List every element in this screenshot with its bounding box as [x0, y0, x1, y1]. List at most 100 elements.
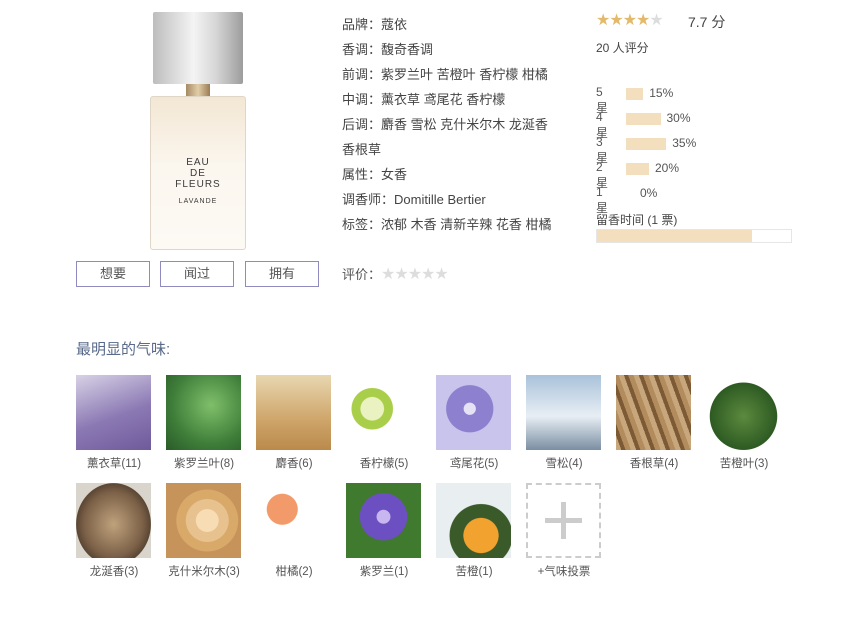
- note-label[interactable]: 柑橘(2): [256, 563, 332, 579]
- brand-value[interactable]: 蔻依: [381, 17, 407, 32]
- note-image[interactable]: [76, 375, 151, 450]
- note-tile[interactable]: 克什米尔木(3): [166, 483, 242, 579]
- info-panel: 品牌：蔻依 香调：馥奇香调 前调：紫罗兰叶 苦橙叶 香柠檬 柑橘 中调：薰衣草 …: [342, 12, 578, 237]
- want-button[interactable]: 想要: [76, 261, 150, 287]
- note-image[interactable]: [166, 483, 241, 558]
- note-tile[interactable]: 香柠檬(5): [346, 375, 422, 471]
- tags-row: 标签：浓郁 木香 清新辛辣 花香 柑橘: [342, 212, 578, 237]
- note-tile[interactable]: 麝香(6): [256, 375, 332, 471]
- family-value[interactable]: 馥奇香调: [381, 42, 433, 57]
- score-stars-icon: ★★★★★: [596, 10, 664, 30]
- note-image[interactable]: [706, 375, 781, 450]
- perfumer-row: 调香师：Domitille Bertier: [342, 187, 578, 212]
- tags-key: 标签：: [342, 217, 382, 232]
- attribute-value[interactable]: 女香: [381, 167, 407, 182]
- note-tile[interactable]: 鸢尾花(5): [436, 375, 512, 471]
- dist-bar: [626, 113, 661, 125]
- brand-key: 品牌：: [342, 17, 382, 32]
- note-label[interactable]: 雪松(4): [526, 455, 602, 471]
- bottle-body: EAU DE FLEURS LAVANDE: [150, 96, 246, 250]
- notes-title: 最明显的气味:: [76, 341, 171, 358]
- bottle-cap: [153, 12, 243, 84]
- dist-pct: 0%: [640, 186, 658, 200]
- score-stars-off: ★: [649, 12, 663, 29]
- score-value: 7.7 分: [688, 14, 726, 30]
- dist-pct: 30%: [666, 111, 691, 125]
- note-image[interactable]: [166, 375, 241, 450]
- my-rating-label: 评价：: [342, 267, 382, 282]
- bottle-label-line4: LAVANDE: [178, 198, 218, 205]
- dist-pct: 35%: [672, 136, 697, 150]
- note-tile[interactable]: 龙涎香(3): [76, 483, 152, 579]
- note-image[interactable]: [76, 483, 151, 558]
- note-label[interactable]: 香柠檬(5): [346, 455, 422, 471]
- my-rating: 评价：★★★★★: [342, 264, 449, 284]
- note-tile[interactable]: 紫罗兰叶(8): [166, 375, 242, 471]
- dist-pct: 20%: [655, 161, 680, 175]
- bottle-label-line2: DE: [190, 168, 206, 179]
- mid-notes-value[interactable]: 薰衣草 鸢尾花 香柠檬: [381, 92, 505, 107]
- note-tile[interactable]: 苦橙叶(3): [706, 375, 782, 471]
- note-label[interactable]: 香根草(4): [616, 455, 692, 471]
- linger-bar: [596, 229, 792, 243]
- base-notes-key: 后调：: [342, 117, 382, 132]
- base-notes-cont[interactable]: 香根草: [342, 137, 578, 162]
- mid-notes-row: 中调：薰衣草 鸢尾花 香柠檬: [342, 87, 578, 112]
- note-tile[interactable]: 雪松(4): [526, 375, 602, 471]
- note-tile[interactable]: 柑橘(2): [256, 483, 332, 579]
- top-notes-row: 前调：紫罗兰叶 苦橙叶 香柠檬 柑橘: [342, 62, 578, 87]
- dist-bar: [626, 163, 649, 175]
- top-notes-key: 前调：: [342, 67, 382, 82]
- family-row: 香调：馥奇香调: [342, 37, 578, 62]
- note-image[interactable]: [346, 483, 421, 558]
- base-notes-value[interactable]: 麝香 雪松 克什米尔木 龙涎香: [381, 117, 548, 132]
- linger-title: 留香时间 (1 票): [596, 213, 678, 227]
- note-image[interactable]: [616, 375, 691, 450]
- note-image[interactable]: [436, 375, 511, 450]
- attribute-key: 属性：: [342, 167, 382, 182]
- note-image[interactable]: [526, 375, 601, 450]
- add-note-vote-button[interactable]: +气味投票: [526, 483, 602, 579]
- perfumer-value[interactable]: Domitille Bertier: [394, 192, 486, 207]
- note-image[interactable]: [256, 375, 331, 450]
- note-tile[interactable]: 紫罗兰(1): [346, 483, 422, 579]
- note-label[interactable]: 麝香(6): [256, 455, 332, 471]
- my-rating-stars-icon[interactable]: ★★★★★: [381, 266, 449, 283]
- product-image: EAU DE FLEURS LAVANDE: [150, 12, 246, 252]
- note-image[interactable]: [256, 483, 331, 558]
- dist-bar: [626, 138, 667, 150]
- tags-value[interactable]: 浓郁 木香 清新辛辣 花香 柑橘: [381, 217, 551, 232]
- top-notes-value[interactable]: 紫罗兰叶 苦橙叶 香柠檬 柑橘: [381, 67, 548, 82]
- note-tile[interactable]: 苦橙(1): [436, 483, 512, 579]
- mid-notes-key: 中调：: [342, 92, 382, 107]
- family-key: 香调：: [342, 42, 382, 57]
- dist-pct: 15%: [649, 86, 674, 100]
- note-label[interactable]: 紫罗兰叶(8): [166, 455, 242, 471]
- note-label[interactable]: 薰衣草(11): [76, 455, 152, 471]
- note-tile[interactable]: 薰衣草(11): [76, 375, 152, 471]
- bottle-label: EAU DE FLEURS LAVANDE: [151, 157, 245, 207]
- score-stars-on: ★★★★: [596, 12, 650, 29]
- linger-fill: [597, 230, 753, 242]
- note-label[interactable]: 鸢尾花(5): [436, 455, 512, 471]
- note-label[interactable]: 克什米尔木(3): [166, 563, 242, 579]
- note-label[interactable]: 苦橙(1): [436, 563, 512, 579]
- own-button[interactable]: 拥有: [245, 261, 319, 287]
- note-label[interactable]: 龙涎香(3): [76, 563, 152, 579]
- bottle-label-line1: EAU: [186, 157, 210, 168]
- plus-icon[interactable]: [526, 483, 601, 558]
- score-count: 20 人评分: [596, 41, 649, 55]
- bottle-label-line3: FLEURS: [175, 179, 221, 190]
- smelled-button[interactable]: 闻过: [160, 261, 234, 287]
- brand-row: 品牌：蔻依: [342, 12, 578, 37]
- note-image[interactable]: [346, 375, 421, 450]
- base-notes-row: 后调：麝香 雪松 克什米尔木 龙涎香: [342, 112, 578, 137]
- note-image[interactable]: [436, 483, 511, 558]
- note-label[interactable]: 紫罗兰(1): [346, 563, 422, 579]
- attribute-row: 属性：女香: [342, 162, 578, 187]
- perfumer-key: 调香师：: [342, 192, 395, 207]
- note-tile[interactable]: 香根草(4): [616, 375, 692, 471]
- add-note-vote-label[interactable]: +气味投票: [526, 563, 602, 579]
- plus-bar-vertical: [561, 502, 566, 539]
- note-label[interactable]: 苦橙叶(3): [706, 455, 782, 471]
